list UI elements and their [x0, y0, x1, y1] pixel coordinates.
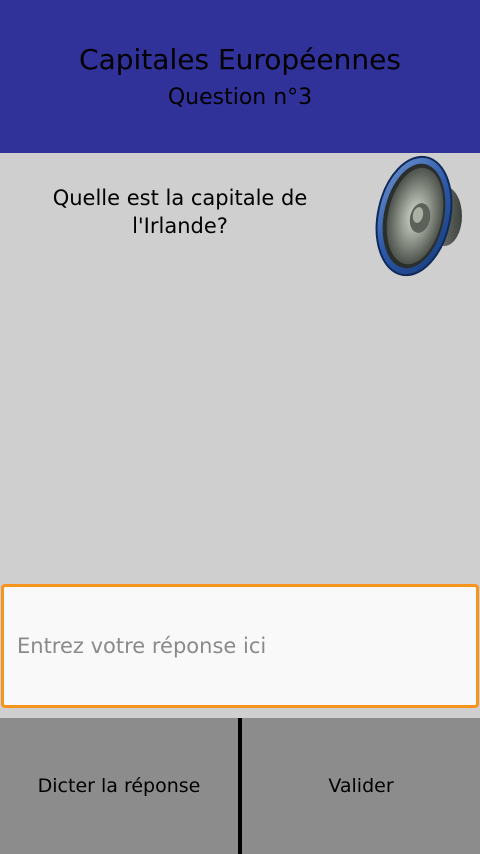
speaker-button[interactable] — [370, 154, 466, 280]
dictate-answer-label: Dicter la réponse — [37, 775, 201, 797]
answer-field-container — [1, 584, 479, 708]
question-text: Quelle est la capitale de l'Irlande? — [52, 186, 308, 238]
app-title: Capitales Européennes — [79, 43, 401, 76]
dictate-answer-button[interactable]: Dicter la réponse — [0, 718, 238, 854]
validate-button[interactable]: Valider — [242, 718, 480, 854]
question-number: Question n°3 — [167, 85, 313, 110]
header: Capitales Européennes Question n°3 — [0, 0, 480, 153]
validate-label: Valider — [328, 775, 394, 797]
quiz-screen: Capitales Européennes Question n°3 Quell… — [0, 0, 480, 854]
answer-input[interactable] — [4, 587, 476, 705]
speaker-icon — [375, 155, 462, 277]
button-bar: Dicter la réponse Valider — [0, 718, 480, 854]
